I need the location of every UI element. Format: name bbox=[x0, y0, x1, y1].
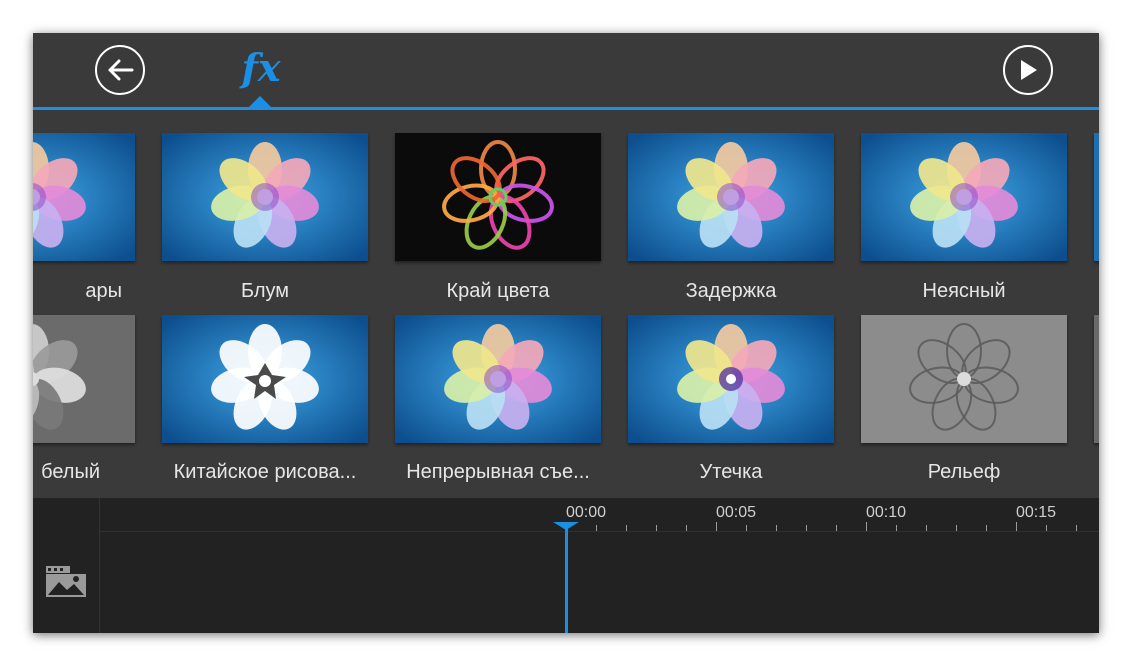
back-button[interactable] bbox=[95, 45, 145, 95]
arrow-left-icon bbox=[108, 59, 134, 81]
track-header bbox=[33, 498, 100, 633]
ruler-minor-tick bbox=[656, 525, 657, 531]
image-clip-icon[interactable] bbox=[45, 565, 87, 599]
effect-thumb[interactable] bbox=[395, 133, 601, 261]
ruler-minor-tick bbox=[1046, 525, 1047, 531]
effect-thumb[interactable] bbox=[861, 315, 1067, 443]
top-toolbar: fx bbox=[33, 33, 1099, 109]
ruler-time-label: 00:10 bbox=[866, 504, 907, 521]
ruler-major-tick bbox=[716, 522, 717, 531]
ruler-minor-tick bbox=[626, 525, 627, 531]
ruler-minor-tick bbox=[926, 525, 927, 531]
effect-label: Китайское рисова... bbox=[173, 461, 357, 483]
active-tab-marker bbox=[248, 96, 272, 108]
ruler-minor-tick bbox=[836, 525, 837, 531]
effect-label: Край цвета bbox=[446, 280, 550, 302]
ruler-major-tick bbox=[866, 522, 867, 531]
effect-thumb[interactable] bbox=[162, 133, 368, 261]
effect-label: Неясный bbox=[922, 280, 1006, 302]
ruler-minor-tick bbox=[806, 525, 807, 531]
effect-thumb[interactable] bbox=[628, 133, 834, 261]
ruler-minor-tick bbox=[776, 525, 777, 531]
tab-fx[interactable]: fx bbox=[235, 45, 287, 91]
effect-thumb[interactable] bbox=[395, 315, 601, 443]
effect-thumb[interactable] bbox=[162, 315, 368, 443]
time-ruler[interactable]: 00:00 00:05 00:10 00:15 bbox=[100, 498, 1099, 532]
effect-label: Утечка bbox=[699, 461, 763, 483]
ruler-time-label: 00:15 bbox=[1016, 504, 1057, 521]
effect-thumb[interactable] bbox=[33, 133, 135, 261]
ruler-minor-tick bbox=[686, 525, 687, 531]
ruler-minor-tick bbox=[956, 525, 957, 531]
effect-thumb-partial[interactable] bbox=[1094, 315, 1099, 443]
effects-grid: ары Блум Край цвета Задержка Неясный бел… bbox=[33, 110, 1099, 498]
effect-label: Непрерывная съе... bbox=[406, 461, 590, 483]
ruler-minor-tick bbox=[896, 525, 897, 531]
ruler-time-label: 00:00 bbox=[566, 504, 607, 521]
ruler-time-label: 00:05 bbox=[716, 504, 757, 521]
effect-label: Рельеф bbox=[927, 461, 1001, 483]
effect-thumb[interactable] bbox=[861, 133, 1067, 261]
play-button[interactable] bbox=[1003, 45, 1053, 95]
effect-label: Блум bbox=[240, 280, 290, 302]
app-window: fx ары Блум Край цвета Задержка Неясный … bbox=[33, 33, 1099, 633]
ruler-minor-tick bbox=[1076, 525, 1077, 531]
ruler-minor-tick bbox=[746, 525, 747, 531]
play-icon bbox=[1021, 60, 1037, 80]
ruler-major-tick bbox=[1016, 522, 1017, 531]
ruler-minor-tick bbox=[986, 525, 987, 531]
effect-thumb[interactable] bbox=[628, 315, 834, 443]
effect-label: Задержка bbox=[685, 280, 777, 302]
effect-thumb-partial[interactable] bbox=[1094, 133, 1099, 261]
effect-thumb[interactable] bbox=[33, 315, 135, 443]
effect-label: белый bbox=[41, 461, 100, 483]
ruler-minor-tick bbox=[596, 525, 597, 531]
timeline-panel[interactable]: 00:00 00:05 00:10 00:15 bbox=[33, 498, 1099, 633]
effect-label: ары bbox=[85, 280, 122, 302]
playhead[interactable] bbox=[565, 524, 568, 633]
